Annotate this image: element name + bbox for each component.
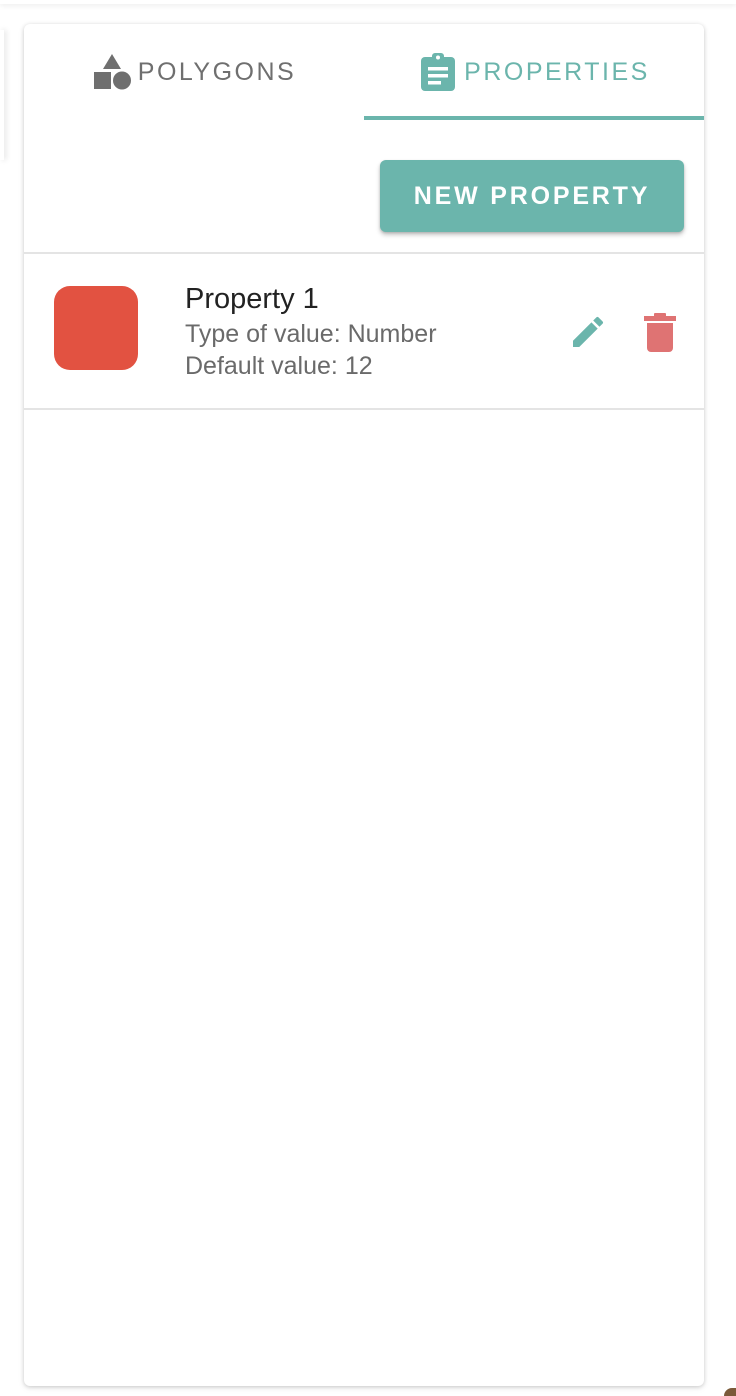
tab-properties[interactable]: PROPERTIES <box>364 24 704 120</box>
properties-panel: POLYGONS PROPERTIES NEW PROPERTY Propert… <box>24 24 704 1386</box>
list-divider-bottom <box>24 408 704 410</box>
clipboard-list-icon <box>418 52 458 92</box>
tab-bar: POLYGONS PROPERTIES <box>24 24 704 120</box>
shapes-icon <box>92 52 132 92</box>
action-row: NEW PROPERTY <box>24 120 704 252</box>
property-text: Property 1 Type of value: Number Default… <box>185 280 437 382</box>
pencil-icon <box>568 316 608 356</box>
trash-icon <box>642 313 678 356</box>
property-default-value: Default value: 12 <box>185 352 373 380</box>
delete-property-button[interactable] <box>642 312 678 352</box>
property-list-item: Property 1 Type of value: Number Default… <box>24 254 704 408</box>
property-title: Property 1 <box>185 283 319 315</box>
edit-property-button[interactable] <box>568 312 608 352</box>
top-edge-shadow <box>0 0 736 4</box>
property-color-swatch <box>54 286 138 370</box>
tab-polygons-label: POLYGONS <box>137 57 297 86</box>
background-panel-edge <box>0 30 4 160</box>
tab-properties-label: PROPERTIES <box>464 57 650 86</box>
new-property-button[interactable]: NEW PROPERTY <box>380 160 684 232</box>
tab-polygons[interactable]: POLYGONS <box>24 24 364 120</box>
property-type: Type of value: Number <box>185 320 437 348</box>
background-corner <box>724 1388 736 1396</box>
